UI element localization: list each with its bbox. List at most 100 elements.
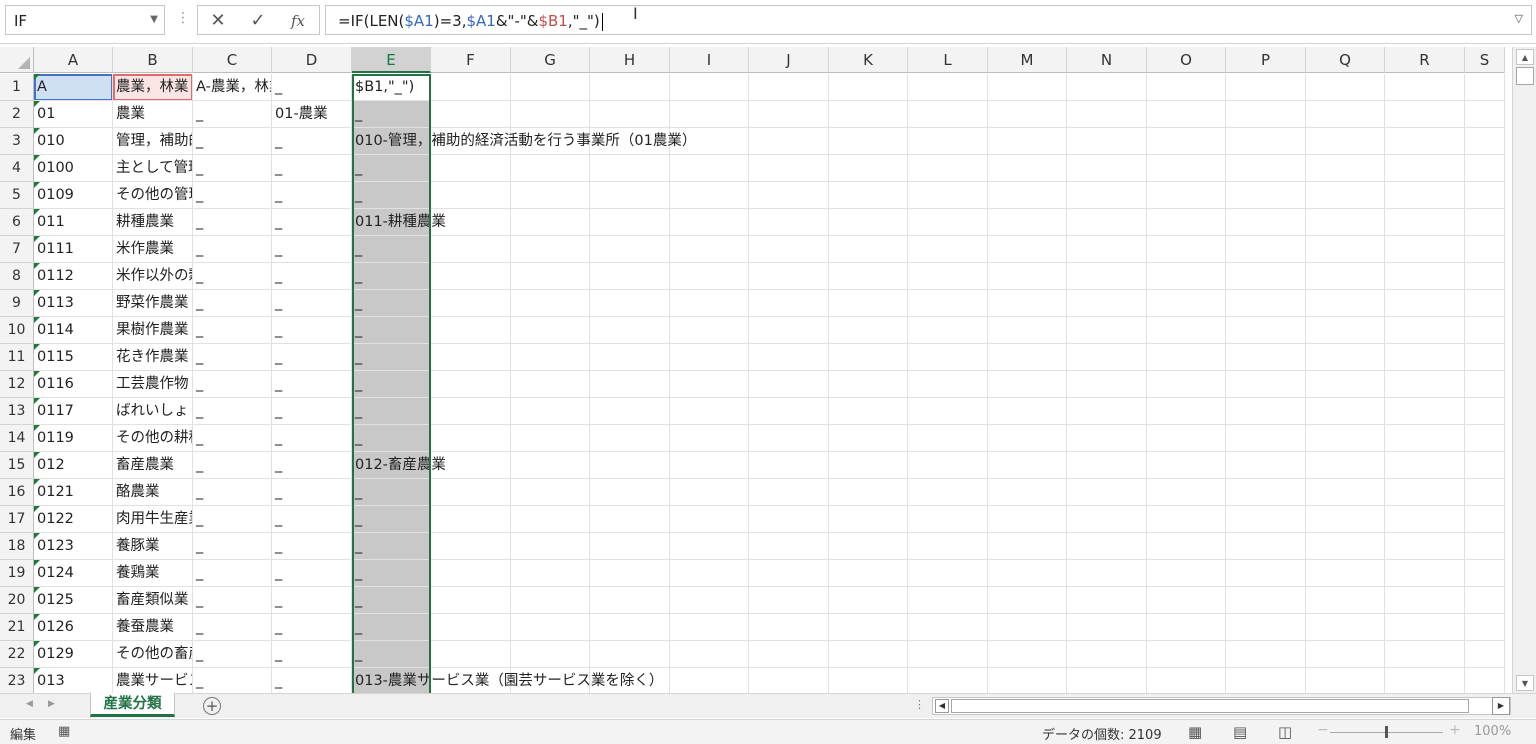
- cell[interactable]: [1306, 641, 1385, 668]
- cell[interactable]: [511, 614, 590, 641]
- cell[interactable]: [1226, 452, 1306, 479]
- cell[interactable]: [749, 614, 829, 641]
- cell[interactable]: [829, 101, 908, 128]
- cell[interactable]: [1226, 425, 1306, 452]
- cell[interactable]: [988, 371, 1067, 398]
- cell[interactable]: [1067, 74, 1147, 101]
- cell-d2[interactable]: 01-農業: [272, 101, 352, 128]
- cell[interactable]: [1147, 641, 1226, 668]
- cell[interactable]: [1465, 101, 1505, 128]
- cell[interactable]: [1067, 614, 1147, 641]
- cell-c16[interactable]: _: [193, 479, 272, 506]
- cell-c4[interactable]: _: [193, 155, 272, 182]
- cell[interactable]: [908, 587, 988, 614]
- cell-a7[interactable]: 0111: [34, 236, 113, 263]
- cell[interactable]: [988, 641, 1067, 668]
- cell-a13[interactable]: 0117: [34, 398, 113, 425]
- cell[interactable]: [988, 425, 1067, 452]
- cell[interactable]: [431, 479, 511, 506]
- cell-b1[interactable]: 農業，林業: [113, 74, 193, 101]
- cell[interactable]: [590, 560, 670, 587]
- cell[interactable]: [988, 209, 1067, 236]
- cell-a10[interactable]: 0114: [34, 317, 113, 344]
- cell[interactable]: [829, 155, 908, 182]
- cell-e5[interactable]: _: [352, 182, 431, 209]
- column-header-b[interactable]: B: [113, 47, 193, 73]
- cell[interactable]: [749, 452, 829, 479]
- cell-d10[interactable]: _: [272, 317, 352, 344]
- cell[interactable]: [749, 668, 829, 693]
- cell-a20[interactable]: 0125: [34, 587, 113, 614]
- cell-d3[interactable]: _: [272, 128, 352, 155]
- cell[interactable]: [511, 371, 590, 398]
- cell[interactable]: [1385, 452, 1465, 479]
- cell[interactable]: [1067, 452, 1147, 479]
- cell[interactable]: [590, 506, 670, 533]
- cell[interactable]: [511, 209, 590, 236]
- cell[interactable]: [1385, 614, 1465, 641]
- cell-b5[interactable]: その他の管理: [113, 182, 193, 209]
- cell-c23[interactable]: _: [193, 668, 272, 693]
- cell[interactable]: [1067, 425, 1147, 452]
- cell[interactable]: [988, 452, 1067, 479]
- cell[interactable]: [590, 614, 670, 641]
- cell[interactable]: [1385, 668, 1465, 693]
- row-header[interactable]: 19: [0, 560, 34, 587]
- worksheet-grid[interactable]: ABCDEFGHIJKLMNOPQRS1A農業，林業A-農業，林業_$B1,"_…: [0, 47, 1512, 693]
- cell[interactable]: [1067, 209, 1147, 236]
- cell[interactable]: [1067, 371, 1147, 398]
- cell[interactable]: [829, 479, 908, 506]
- cell[interactable]: [749, 641, 829, 668]
- cell[interactable]: [431, 182, 511, 209]
- cell[interactable]: [988, 236, 1067, 263]
- row-header[interactable]: 7: [0, 236, 34, 263]
- row-header[interactable]: 14: [0, 425, 34, 452]
- cell-b21[interactable]: 養蚕農業: [113, 614, 193, 641]
- cell[interactable]: [511, 344, 590, 371]
- cell[interactable]: [1385, 74, 1465, 101]
- cell[interactable]: [908, 614, 988, 641]
- cell[interactable]: [988, 182, 1067, 209]
- cell[interactable]: [1306, 209, 1385, 236]
- cell[interactable]: [431, 533, 511, 560]
- formula-bar-resize-handle[interactable]: ⋮: [176, 10, 190, 26]
- cell[interactable]: [1465, 236, 1505, 263]
- cell[interactable]: [1226, 560, 1306, 587]
- cell[interactable]: [511, 74, 590, 101]
- cell[interactable]: [1385, 425, 1465, 452]
- cell[interactable]: [511, 317, 590, 344]
- tab-split-handle[interactable]: ⋮: [914, 698, 925, 711]
- cell[interactable]: [749, 506, 829, 533]
- cell-d15[interactable]: _: [272, 452, 352, 479]
- column-header-q[interactable]: Q: [1306, 47, 1385, 73]
- cell[interactable]: [1465, 317, 1505, 344]
- cell-b15[interactable]: 畜産農業: [113, 452, 193, 479]
- cell-e23[interactable]: 013-農業サービス業（園芸サービス業を除く）: [352, 668, 663, 693]
- cell[interactable]: [829, 182, 908, 209]
- cell-e10[interactable]: _: [352, 317, 431, 344]
- cell[interactable]: [1226, 155, 1306, 182]
- cell[interactable]: [1226, 344, 1306, 371]
- cell[interactable]: [670, 398, 749, 425]
- row-header[interactable]: 9: [0, 290, 34, 317]
- cell[interactable]: [908, 452, 988, 479]
- cell[interactable]: [511, 587, 590, 614]
- cell[interactable]: [1306, 155, 1385, 182]
- row-header[interactable]: 21: [0, 614, 34, 641]
- cell[interactable]: [1067, 479, 1147, 506]
- cell[interactable]: [749, 74, 829, 101]
- cell-c11[interactable]: _: [193, 344, 272, 371]
- cell[interactable]: [749, 317, 829, 344]
- cell[interactable]: [590, 479, 670, 506]
- cell[interactable]: [829, 506, 908, 533]
- cell[interactable]: [1306, 236, 1385, 263]
- cell[interactable]: [1306, 317, 1385, 344]
- cell[interactable]: [1465, 479, 1505, 506]
- cell-e4[interactable]: _: [352, 155, 431, 182]
- chevron-down-icon[interactable]: ▼: [150, 14, 158, 25]
- row-header[interactable]: 10: [0, 317, 34, 344]
- cell[interactable]: [590, 317, 670, 344]
- cell[interactable]: [590, 452, 670, 479]
- cell[interactable]: [829, 533, 908, 560]
- cell[interactable]: [1226, 209, 1306, 236]
